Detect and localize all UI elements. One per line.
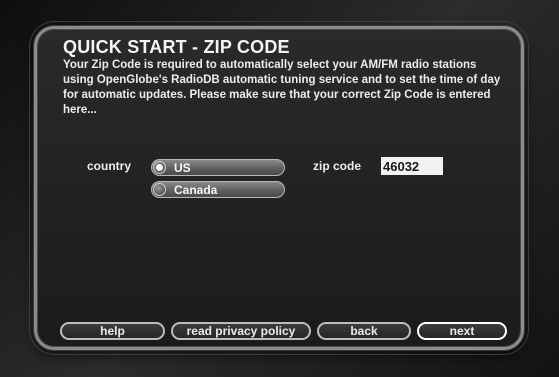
country-option-label: US <box>174 161 191 175</box>
help-button[interactable]: help <box>60 322 165 340</box>
quick-start-dialog: QUICK START - ZIP CODE Your Zip Code is … <box>29 21 529 355</box>
country-option-label: Canada <box>174 183 218 197</box>
next-button[interactable]: next <box>417 322 507 340</box>
back-button[interactable]: back <box>317 322 411 340</box>
read-privacy-policy-button[interactable]: read privacy policy <box>171 322 311 340</box>
page-title: QUICK START - ZIP CODE <box>63 37 290 57</box>
country-label: country <box>87 159 132 173</box>
country-option-us[interactable]: US <box>151 159 285 176</box>
country-option-canada[interactable]: Canada <box>151 181 285 198</box>
radio-selected-icon <box>153 161 166 174</box>
page-description: Your Zip Code is required to automatical… <box>63 59 501 116</box>
zip-code-label: zip code <box>313 159 362 173</box>
zip-code-input[interactable] <box>381 157 443 175</box>
radio-unselected-icon <box>153 183 166 196</box>
